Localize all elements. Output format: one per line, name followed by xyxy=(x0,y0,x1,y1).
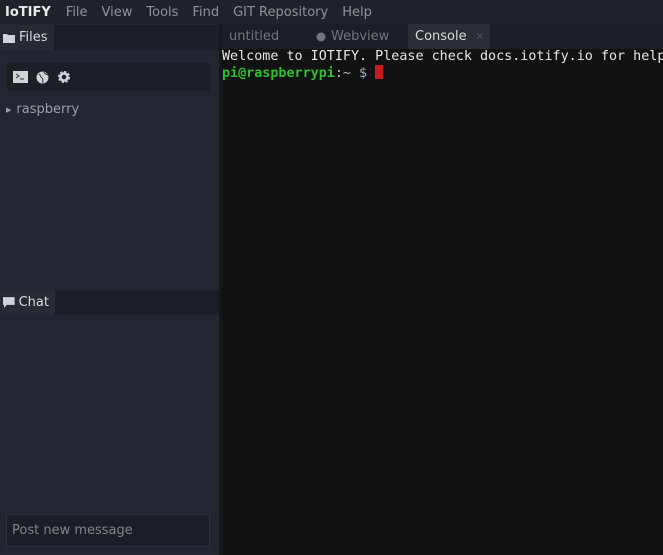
menu-bar: IoTIFY File View Tools Find GIT Reposito… xyxy=(0,0,663,24)
globe-icon xyxy=(316,32,326,41)
editor-area: untitled Webview Console × Welcome to IO… xyxy=(222,24,663,555)
close-icon[interactable]: × xyxy=(476,31,484,42)
files-tab-label: Files xyxy=(19,30,48,45)
terminal-welcome-line: Welcome to IOTIFY. Please check docs.iot… xyxy=(222,49,663,64)
terminal-icon[interactable] xyxy=(13,71,28,83)
menu-help[interactable]: Help xyxy=(335,5,379,20)
tab-label: untitled xyxy=(229,29,280,44)
tab-label: Console xyxy=(415,29,467,44)
app-brand[interactable]: IoTIFY xyxy=(0,5,59,20)
caret-right-icon: ▶ xyxy=(6,105,12,114)
menu-view[interactable]: View xyxy=(95,5,140,20)
prompt-user: pi@raspberrypi xyxy=(222,66,335,81)
files-toolbar xyxy=(7,63,210,91)
globe-icon[interactable] xyxy=(36,71,49,84)
chat-bubble-icon xyxy=(3,297,15,308)
menu-file[interactable]: File xyxy=(59,5,95,20)
chat-tab[interactable]: Chat xyxy=(0,290,55,315)
menu-git-repository[interactable]: GIT Repository xyxy=(226,5,335,20)
tab-console[interactable]: Console × xyxy=(408,24,490,49)
prompt-path: :~ xyxy=(334,66,351,81)
tab-label: Webview xyxy=(331,29,390,44)
chat-tab-label: Chat xyxy=(18,295,49,310)
folder-icon xyxy=(3,33,15,43)
left-sidebar: Files ▶ raspberry Chat xyxy=(0,24,219,555)
terminal-cursor xyxy=(375,65,384,79)
terminal-prompt-line: pi@raspberrypi:~ $ xyxy=(222,65,663,82)
chat-panel-header: Chat xyxy=(0,290,219,315)
prompt-symbol: $ xyxy=(351,66,376,81)
tab-webview[interactable]: Webview xyxy=(308,24,408,49)
files-tab[interactable]: Files xyxy=(0,25,54,50)
files-panel-header: Files xyxy=(0,25,219,50)
menu-find[interactable]: Find xyxy=(185,5,226,20)
chat-message-input[interactable] xyxy=(6,514,210,547)
tree-item-raspberry[interactable]: ▶ raspberry xyxy=(6,102,79,117)
menu-tools[interactable]: Tools xyxy=(139,5,185,20)
tree-item-label: raspberry xyxy=(16,102,80,117)
tab-untitled[interactable]: untitled xyxy=(222,24,308,49)
gear-icon[interactable] xyxy=(57,70,71,84)
tab-bar: untitled Webview Console × xyxy=(222,24,663,49)
terminal-output[interactable]: Welcome to IOTIFY. Please check docs.iot… xyxy=(222,49,663,82)
